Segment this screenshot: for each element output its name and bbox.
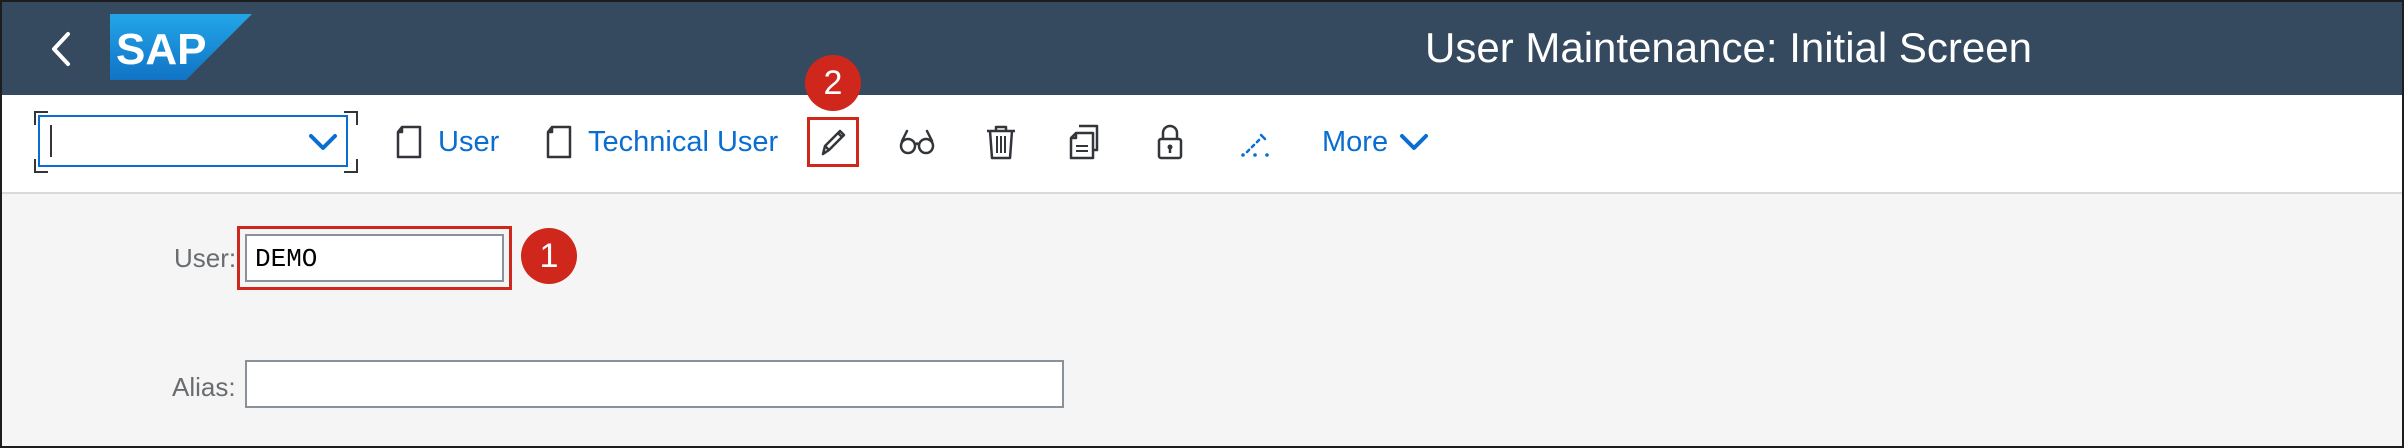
copy-user-button[interactable] (1065, 122, 1105, 162)
create-user-label: User (438, 125, 500, 158)
back-button[interactable] (44, 28, 80, 70)
document-icon (546, 125, 572, 159)
change-password-button[interactable] (1235, 122, 1275, 162)
delete-trash-icon (987, 125, 1015, 160)
text-caret (50, 125, 52, 157)
command-field[interactable] (38, 115, 348, 167)
delete-user-button[interactable] (981, 122, 1021, 162)
shell-header: SAP User Maintenance: Initial Screen (2, 2, 2402, 95)
application-toolbar: User Technical User More 2 (2, 55, 2402, 194)
more-label: More (1322, 125, 1389, 158)
change-user-button[interactable] (813, 122, 853, 162)
technical-user-button[interactable]: Technical User (544, 119, 778, 165)
step-2-badge: 2 (805, 55, 861, 111)
display-user-button[interactable] (897, 122, 937, 162)
document-icon (396, 125, 422, 159)
user-input[interactable]: DEMO (245, 234, 504, 282)
create-user-button[interactable]: User (394, 119, 499, 165)
sap-logo: SAP (110, 14, 252, 80)
user-label: User: (174, 243, 237, 273)
edit-pencil-icon (821, 129, 846, 156)
technical-user-label: Technical User (588, 125, 779, 158)
page-title: User Maintenance: Initial Screen (1425, 24, 2032, 71)
alias-label: Alias: (172, 372, 236, 402)
change-password-icon (1241, 133, 1269, 157)
chevron-left-icon (52, 32, 70, 66)
sap-logo-text: SAP (116, 25, 206, 74)
step-1-badge: 1 (521, 228, 577, 284)
more-button[interactable]: More (1322, 119, 1430, 165)
lock-user-button[interactable] (1150, 122, 1190, 162)
app-window: SAP User Maintenance: Initial Screen Use… (0, 0, 2404, 448)
copy-icon (1069, 124, 1099, 160)
alias-input[interactable] (245, 360, 1064, 408)
lock-icon (1157, 124, 1183, 160)
user-input-value: DEMO (255, 244, 318, 274)
chevron-down-icon (1400, 134, 1429, 150)
display-glasses-icon (899, 129, 935, 155)
chevron-down-icon[interactable] (306, 127, 340, 157)
